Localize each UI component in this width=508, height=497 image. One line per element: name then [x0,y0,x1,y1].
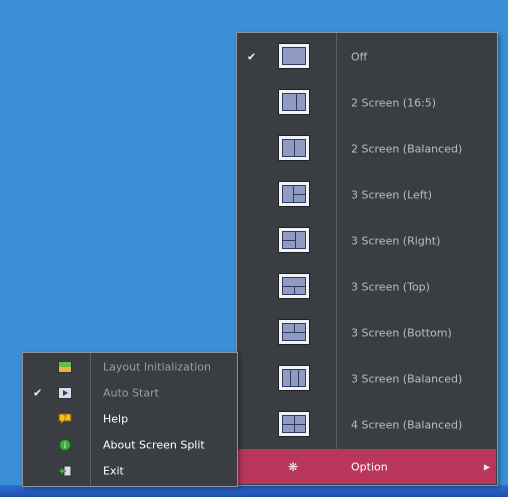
menu-item-3-screen-right[interactable]: 3 Screen (Right) [237,218,497,264]
menu-item-4-screen-balanced[interactable]: 4 Screen (Balanced) [237,402,497,448]
layout-2-wide-icon [278,89,310,115]
option-submenu: Layout Initialization ✔ Auto Start ? Hel… [22,352,238,487]
menu-item-label: 2 Screen (Balanced) [351,142,463,156]
layout-4-balanced-icon [278,411,310,437]
layout-2-balanced-icon [278,135,310,161]
layout-3-top-icon [278,273,310,299]
menu-item-label: 3 Screen (Balanced) [351,372,463,386]
layout-3-right-icon [278,227,310,253]
layout-full-icon [278,43,310,69]
menu-item-2-screen-balanced[interactable]: 2 Screen (Balanced) [237,126,497,172]
submenu-item-auto-start[interactable]: ✔ Auto Start [23,380,237,406]
info-icon: i [58,439,72,451]
submenu-item-label: Help [103,412,129,426]
menu-item-label: 4 Screen (Balanced) [351,418,463,432]
submenu-item-label: About Screen Split [103,438,205,452]
menu-item-off[interactable]: ✔ Off [237,34,497,80]
layout-3-left-icon [278,181,310,207]
checkmark-icon: ✔ [247,50,257,64]
submenu-item-layout-initialization[interactable]: Layout Initialization [23,354,237,380]
play-icon [58,387,72,399]
layout-3-balanced-icon [278,365,310,391]
menu-item-label: 3 Screen (Top) [351,280,430,294]
option-label: Option [351,460,388,473]
menu-item-label: 3 Screen (Bottom) [351,326,452,340]
help-icon: ? [58,413,72,426]
submenu-item-about[interactable]: i About Screen Split [23,432,237,458]
submenu-item-label: Layout Initialization [103,360,211,374]
layout-menu: ✔ Off 2 Screen (16:5) 2 Screen (Balanced… [236,32,498,486]
submenu-item-help[interactable]: ? Help [23,406,237,432]
svg-text:?: ? [63,414,67,422]
menu-item-label: 2 Screen (16:5) [351,96,437,110]
exit-icon [58,465,72,477]
submenu-item-exit[interactable]: Exit [23,458,237,484]
menu-item-label: 3 Screen (Left) [351,188,433,202]
menu-item-2-screen-16-5[interactable]: 2 Screen (16:5) [237,80,497,126]
menu-item-option[interactable]: ❋ Option ▶ [238,449,496,484]
menu-item-3-screen-balanced[interactable]: 3 Screen (Balanced) [237,356,497,402]
checkmark-icon: ✔ [33,386,43,400]
layout-3-bottom-icon [278,319,310,345]
submenu-item-label: Exit [103,464,124,478]
submenu-arrow-icon: ▶ [483,462,490,471]
menu-item-3-screen-left[interactable]: 3 Screen (Left) [237,172,497,218]
layout-reset-icon [58,361,72,373]
submenu-item-label: Auto Start [103,386,159,400]
menu-item-3-screen-bottom[interactable]: 3 Screen (Bottom) [237,310,497,356]
menu-item-label: Off [351,50,368,64]
svg-text:i: i [64,441,66,450]
menu-item-3-screen-top[interactable]: 3 Screen (Top) [237,264,497,310]
gear-icon: ❋ [288,459,299,474]
menu-item-label: 3 Screen (Right) [351,234,441,248]
